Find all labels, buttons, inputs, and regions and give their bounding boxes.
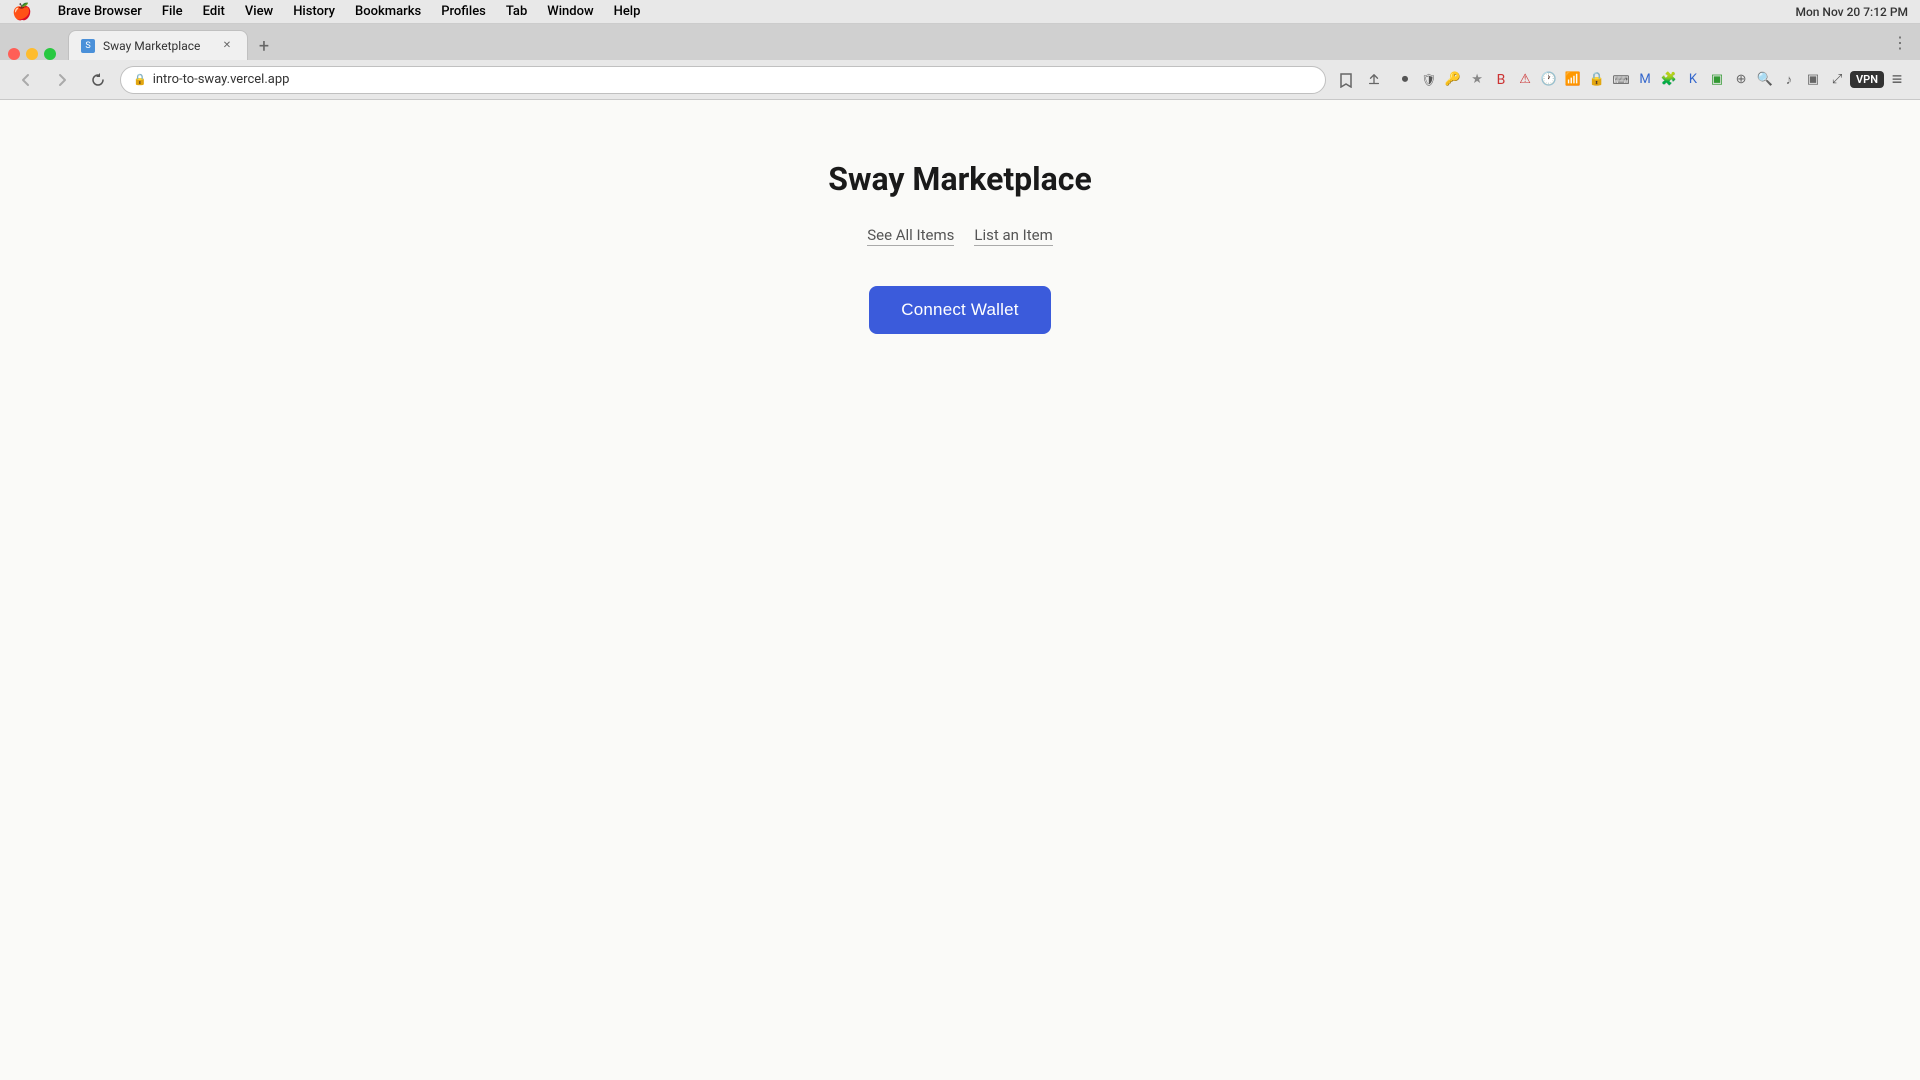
see-all-items-link[interactable]: See All Items [867, 226, 954, 246]
page-nav-links: See All Items List an Item [867, 226, 1053, 246]
menu-brave-browser[interactable]: Brave Browser [48, 4, 152, 19]
ext-green-icon[interactable]: ▣ [1706, 69, 1728, 91]
reload-button[interactable] [84, 66, 112, 94]
ext-key-icon[interactable]: 🔑 [1442, 69, 1464, 91]
ext-puzzle-icon[interactable]: 🧩 [1658, 69, 1680, 91]
tab-bar-right-controls: ⋮ [1888, 29, 1912, 60]
ext-star-icon[interactable]: ★ [1466, 69, 1488, 91]
menu-file[interactable]: File [152, 4, 193, 19]
menu-help[interactable]: Help [604, 4, 651, 19]
connect-wallet-button[interactable]: Connect Wallet [869, 286, 1050, 334]
ext-expand-icon[interactable]: ⤢ [1826, 69, 1848, 91]
menu-tab[interactable]: Tab [496, 4, 537, 19]
tab-favicon: S [81, 39, 95, 53]
nav-bar: 🔒 intro-to-sway.vercel.app ⏺ 🛡 🔑 ★ B ⚠ 🕐… [0, 60, 1920, 100]
ext-lock2-icon[interactable]: 🔒 [1586, 69, 1608, 91]
active-tab[interactable]: S Sway Marketplace ✕ [68, 30, 248, 60]
page-title: Sway Marketplace [828, 160, 1091, 198]
window-controls [8, 48, 56, 60]
ext-recording-icon[interactable]: ⏺ [1394, 69, 1416, 91]
vpn-badge[interactable]: VPN [1850, 71, 1884, 88]
browser-chrome: S Sway Marketplace ✕ + ⋮ 🔒 intro-to-sway… [0, 24, 1920, 100]
ext-blue1-icon[interactable]: K [1682, 69, 1704, 91]
menu-bar-right: Mon Nov 20 7:12 PM [1795, 0, 1908, 24]
lock-icon: 🔒 [133, 73, 147, 86]
url-display: intro-to-sway.vercel.app [153, 72, 290, 87]
datetime-display: Mon Nov 20 7:12 PM [1795, 5, 1908, 19]
ext-circle-icon[interactable]: ⊕ [1730, 69, 1752, 91]
page-content: Sway Marketplace See All Items List an I… [0, 100, 1920, 1080]
ext-box-icon[interactable]: ▣ [1802, 69, 1824, 91]
ext-wifi-icon[interactable]: 📶 [1562, 69, 1584, 91]
ext-keyboard-icon[interactable]: ⌨ [1610, 69, 1632, 91]
ext-metamask-icon[interactable]: M [1634, 69, 1656, 91]
tab-title: Sway Marketplace [103, 39, 211, 53]
back-button[interactable] [12, 66, 40, 94]
extension-icons: ⏺ 🛡 🔑 ★ B ⚠ 🕐 📶 🔒 ⌨ M 🧩 K ▣ ⊕ 🔍 ♪ ▣ ⤢ VP… [1394, 69, 1908, 91]
list-an-item-link[interactable]: List an Item [974, 226, 1052, 246]
share-button[interactable] [1362, 68, 1386, 92]
menu-bar: 🍎 Brave Browser File Edit View History B… [0, 0, 1920, 24]
ext-shield-icon[interactable]: 🛡 [1418, 69, 1440, 91]
ext-music-icon[interactable]: ♪ [1778, 69, 1800, 91]
tab-bar-expand-button[interactable]: ⋮ [1888, 29, 1912, 56]
menu-window[interactable]: Window [537, 4, 603, 19]
ext-clock-icon[interactable]: 🕐 [1538, 69, 1560, 91]
maximize-window-dot[interactable] [44, 48, 56, 60]
tab-close-button[interactable]: ✕ [219, 38, 235, 54]
menu-profiles[interactable]: Profiles [431, 4, 496, 19]
tab-bar: S Sway Marketplace ✕ + ⋮ [0, 24, 1920, 60]
minimize-window-dot[interactable] [26, 48, 38, 60]
new-tab-button[interactable]: + [250, 32, 278, 60]
apple-menu[interactable]: 🍎 [12, 2, 32, 21]
nav-bar-actions [1334, 68, 1386, 92]
menu-history[interactable]: History [283, 4, 345, 19]
ext-search-icon[interactable]: 🔍 [1754, 69, 1776, 91]
ext-alert-icon[interactable]: ⚠ [1514, 69, 1536, 91]
menu-bookmarks[interactable]: Bookmarks [345, 4, 431, 19]
close-window-dot[interactable] [8, 48, 20, 60]
menu-edit[interactable]: Edit [193, 4, 235, 19]
address-bar[interactable]: 🔒 intro-to-sway.vercel.app [120, 66, 1326, 94]
nav-menu-button[interactable]: ≡ [1886, 69, 1908, 91]
forward-button[interactable] [48, 66, 76, 94]
menu-view[interactable]: View [235, 4, 283, 19]
ext-brave-icon[interactable]: B [1490, 69, 1512, 91]
bookmark-button[interactable] [1334, 68, 1358, 92]
